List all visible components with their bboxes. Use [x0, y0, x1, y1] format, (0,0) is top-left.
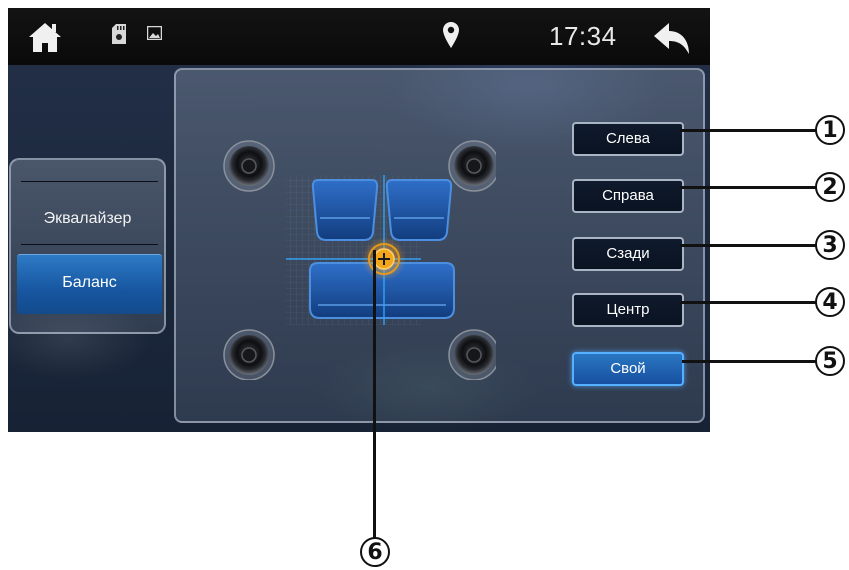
balance-field[interactable] — [206, 120, 496, 380]
callout-line-6 — [373, 250, 376, 538]
menu-divider — [21, 181, 158, 182]
callout-line-5 — [682, 360, 818, 363]
seat-front-left-icon — [311, 179, 379, 241]
preset-custom-button[interactable]: Свой — [572, 352, 684, 386]
clock: 17:34 — [549, 21, 617, 51]
callout-5: 5 — [815, 346, 845, 376]
menu-divider — [21, 244, 158, 245]
menu-item-balance[interactable]: Баланс — [17, 254, 162, 314]
sd-card-icon — [112, 24, 126, 44]
preset-rear-button[interactable]: Сзади — [572, 237, 684, 271]
callout-line-4 — [680, 301, 818, 304]
speaker-rear-left-icon — [223, 329, 275, 380]
head-unit-screen: 17:34 Эквалайзер Баланс Слева Справа Сза… — [8, 8, 710, 432]
callout-line-2 — [680, 186, 818, 189]
preset-left-button[interactable]: Слева — [572, 122, 684, 156]
side-menu: Эквалайзер Баланс — [9, 158, 166, 334]
gallery-icon — [147, 26, 162, 40]
location-pin-icon — [443, 22, 459, 48]
callout-6: 6 — [360, 537, 390, 567]
callout-line-3 — [680, 244, 818, 247]
balance-panel: Слева Справа Сзади Центр Свой — [174, 68, 705, 423]
speaker-front-right-icon — [448, 140, 496, 192]
crosshair-plus-icon[interactable] — [362, 237, 406, 281]
callout-4: 4 — [815, 287, 845, 317]
preset-center-button[interactable]: Центр — [572, 293, 684, 327]
status-bar: 17:34 — [8, 8, 710, 65]
callout-2: 2 — [815, 172, 845, 202]
seat-front-right-icon — [385, 179, 453, 241]
callout-line-1 — [680, 129, 818, 132]
preset-right-button[interactable]: Справа — [572, 179, 684, 213]
speaker-rear-right-icon — [448, 329, 496, 380]
callout-1: 1 — [815, 115, 845, 145]
callout-3: 3 — [815, 230, 845, 260]
back-arrow-icon[interactable] — [651, 21, 693, 55]
menu-item-balance-label: Баланс — [62, 274, 117, 291]
menu-item-equalizer[interactable]: Эквалайзер — [11, 210, 164, 228]
home-icon[interactable] — [28, 21, 62, 53]
speaker-front-left-icon — [223, 140, 275, 192]
